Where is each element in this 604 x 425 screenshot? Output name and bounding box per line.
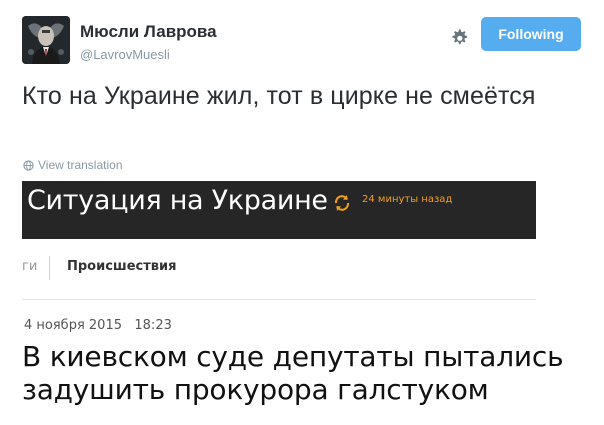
account-name[interactable]: Мюсли Лаврова	[80, 22, 217, 42]
article-headline: В киевском суде депутаты пытались задуши…	[22, 340, 564, 406]
breadcrumb-left: ги	[22, 259, 38, 274]
breadcrumb-separator	[49, 256, 50, 280]
breadcrumb-incidents: Происшествия	[67, 259, 177, 274]
embedded-section-bar: Ситуация на Украине 24 минуты назад	[22, 181, 536, 239]
avatar[interactable]	[22, 16, 70, 64]
article-time: 18:23	[134, 318, 172, 333]
globe-icon	[23, 159, 34, 171]
view-translation-link[interactable]: View translation	[23, 157, 123, 173]
article-datetime: 4 ноября 2015 18:23	[24, 318, 172, 333]
refresh-icon	[334, 195, 350, 211]
tweet-header: Мюсли Лаврова @LavrovMuesli Following	[22, 16, 582, 68]
article-date: 4 ноября 2015	[24, 318, 122, 333]
view-translation-label: View translation	[38, 158, 123, 172]
account-handle[interactable]: @LavrovMuesli	[80, 47, 170, 62]
embedded-updated-time: 24 минуты назад	[362, 194, 453, 205]
tweet-text: Кто на Украине жил, тот в цирке не смеёт…	[22, 82, 536, 110]
divider	[22, 299, 536, 300]
embedded-section-title: Ситуация на Украине	[27, 185, 328, 216]
gear-icon[interactable]	[447, 26, 471, 50]
following-button[interactable]: Following	[481, 17, 581, 51]
